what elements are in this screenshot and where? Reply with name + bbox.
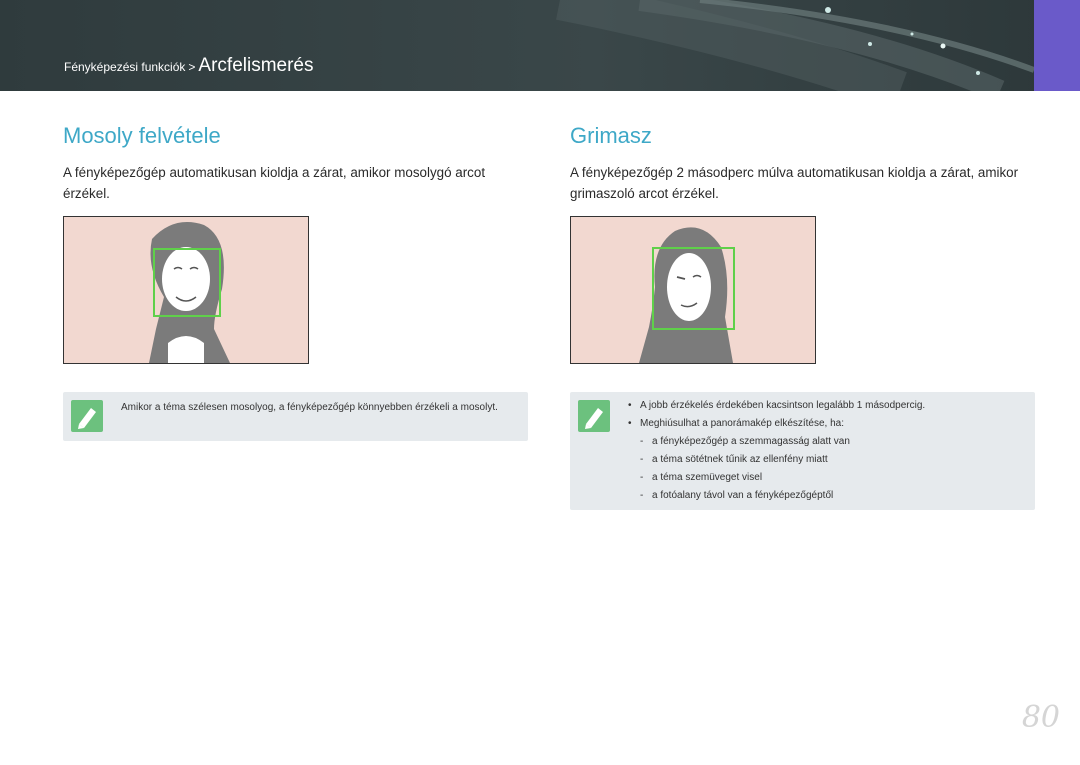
breadcrumb-current: Arcfelismerés — [198, 55, 314, 76]
chapter-tab[interactable] — [1034, 0, 1080, 91]
tip-item: Meghiúsulhat a panorámakép elkészítése, … — [628, 415, 1028, 433]
tip-item: A jobb érzékelés érdekében kacsintson le… — [628, 397, 1028, 415]
grimace-section: Grimasz A fényképezőgép 2 másodperc múlv… — [570, 120, 1035, 204]
pencil-note-icon — [71, 400, 103, 432]
pencil-note-icon — [578, 400, 610, 432]
section-title: Grimasz — [570, 123, 652, 148]
tip-box: Amikor a téma szélesen mosolyog, a fényk… — [63, 392, 528, 441]
tip-text: Amikor a téma szélesen mosolyog, a fényk… — [121, 402, 498, 413]
page-number: 80 — [1021, 700, 1060, 735]
section-title: Mosoly felvétele — [63, 123, 221, 148]
section-text: A fényképezőgép automatikusan kioldja a … — [63, 165, 486, 201]
smiling-face-illustration — [63, 216, 309, 364]
breadcrumb-separator: > — [188, 60, 196, 74]
tip-list: A jobb érzékelés érdekében kacsintson le… — [628, 397, 1028, 505]
tip-subitem: a fényképezőgép a szemmagasság alatt van — [628, 433, 1028, 451]
page-header: Fényképezési funkciók > Arcfelismerés — [0, 0, 1080, 91]
smile-shot-section: Mosoly felvétele A fényképezőgép automat… — [63, 120, 528, 204]
section-text: A fényképezőgép 2 másodperc múlva automa… — [570, 165, 1019, 201]
breadcrumb: Fényképezési funkciók > Arcfelismerés — [64, 55, 314, 77]
tip-subitem: a téma szemüveget visel — [628, 469, 1028, 487]
tip-subitem: a fotóalany távol van a fényképezőgéptől — [628, 487, 1028, 505]
breadcrumb-parent[interactable]: Fényképezési funkciók — [64, 60, 185, 74]
tip-subitem: a téma sötétnek tűnik az ellenfény miatt — [628, 451, 1028, 469]
grimacing-face-illustration — [570, 216, 816, 364]
tip-box: A jobb érzékelés érdekében kacsintson le… — [570, 392, 1035, 510]
decorative-swirl — [556, 0, 1036, 91]
